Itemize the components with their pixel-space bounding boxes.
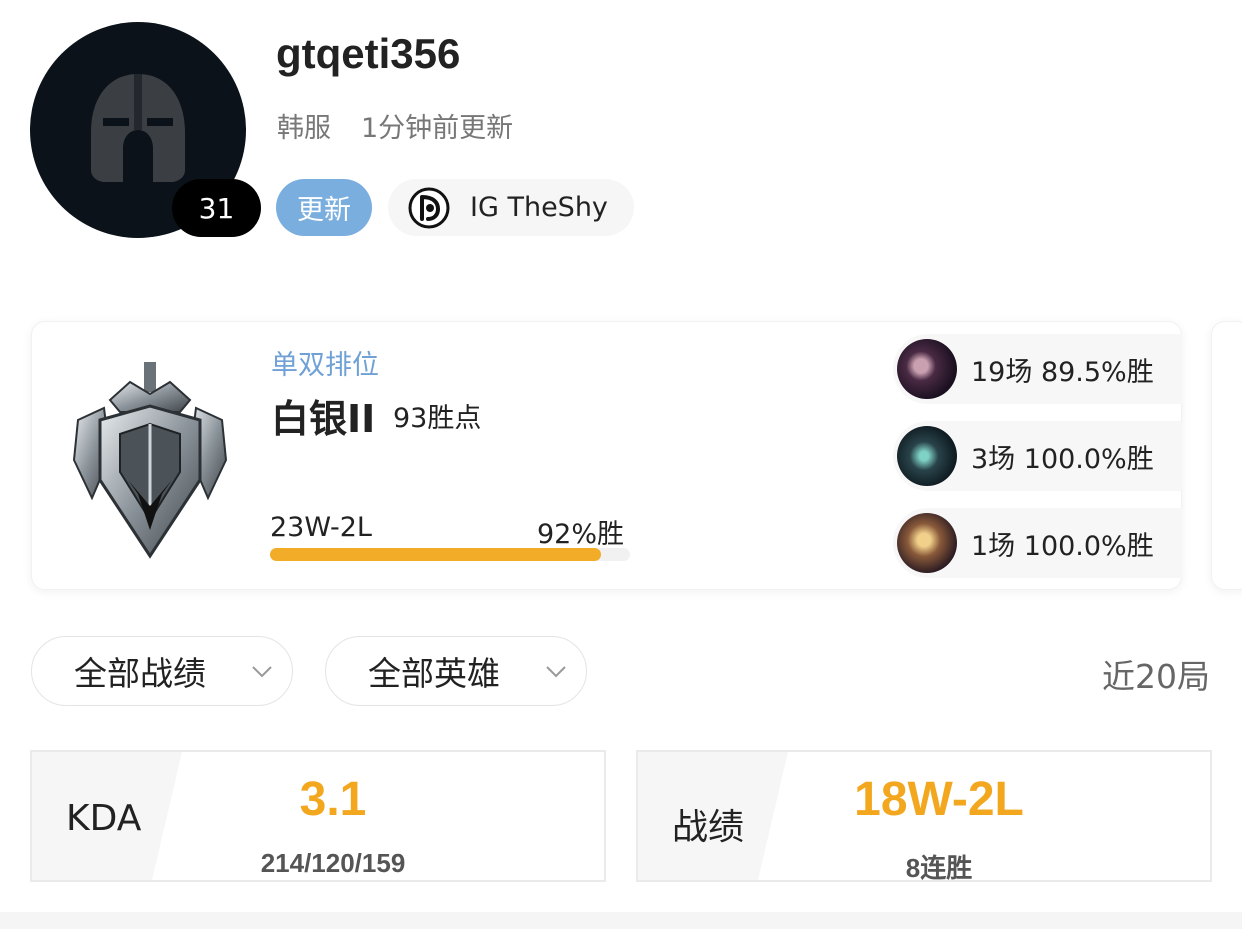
kda-detail: 214/120/159: [260, 848, 406, 878]
updated-time: 1分钟前更新: [361, 113, 514, 144]
champion-stats: 1场 100.0%胜: [971, 530, 1154, 562]
pro-tag-label: IG TheShy: [470, 192, 608, 223]
spartan-helmet-icon: [91, 74, 185, 182]
level-badge: 31: [172, 179, 261, 237]
champion-stats: 19场 89.5%胜: [971, 356, 1154, 388]
hero-filter-label: 全部英雄: [368, 654, 500, 693]
champion-portrait-icon: [897, 426, 957, 486]
chevron-down-icon: [546, 666, 566, 678]
league-points: 93胜点: [393, 403, 482, 434]
rank-tier: 白银II: [271, 397, 376, 441]
champion-row[interactable]: 3场 100.0%胜: [893, 421, 1182, 491]
kda-value: 3.1: [299, 773, 367, 826]
season-record: 23W-2L: [270, 512, 372, 543]
kda-stat-box: KDA 3.1 214/120/159: [30, 750, 606, 882]
winrate-progress-fill: [270, 548, 602, 561]
update-button[interactable]: 更新: [276, 179, 372, 236]
match-filter-dropdown[interactable]: 全部战绩: [31, 636, 293, 706]
server-label: 韩服: [277, 113, 331, 144]
champion-row[interactable]: 19场 89.5%胜: [893, 334, 1182, 404]
next-rank-card[interactable]: [1211, 321, 1242, 590]
pro-player-tag[interactable]: IG TheShy: [388, 179, 634, 236]
record-value: 18W-2L: [854, 773, 1024, 826]
champion-portrait-icon: [897, 513, 957, 573]
champion-row[interactable]: 1场 100.0%胜: [893, 508, 1182, 578]
username: gtqeti356: [276, 30, 461, 77]
winrate-progress-bar: [270, 548, 630, 561]
recent-games-count: 近20局: [1102, 657, 1210, 696]
season-winrate: 92%胜: [537, 519, 625, 550]
ig-logo-icon: [408, 187, 450, 228]
record-stat-box: 战绩 18W-2L 8连胜: [636, 750, 1212, 882]
win-streak: 8连胜: [905, 853, 973, 882]
section-divider: [0, 912, 1242, 929]
chevron-down-icon: [252, 666, 272, 678]
hero-filter-dropdown[interactable]: 全部英雄: [325, 636, 587, 706]
queue-type: 单双排位: [271, 350, 379, 381]
champion-stats: 3场 100.0%胜: [971, 443, 1154, 475]
champion-portrait-icon: [897, 339, 957, 399]
silver-rank-emblem-icon: [72, 362, 228, 559]
profile-meta: 韩服 1分钟前更新: [277, 106, 513, 145]
match-filter-label: 全部战绩: [74, 654, 206, 693]
